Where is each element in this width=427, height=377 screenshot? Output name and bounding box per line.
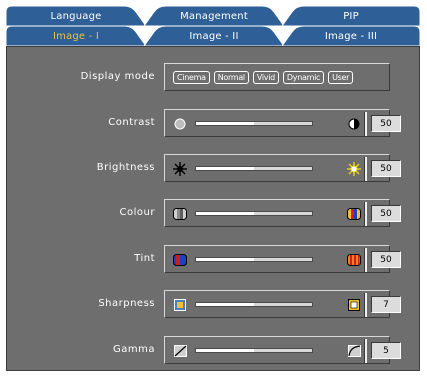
brightness-label: Brightness bbox=[96, 162, 155, 173]
brightness-high-icon bbox=[347, 162, 361, 176]
tint-high-icon bbox=[347, 253, 361, 267]
gamma-low-icon bbox=[173, 344, 187, 358]
slider-fill bbox=[196, 212, 254, 215]
divider bbox=[364, 248, 367, 272]
mode-normal-button[interactable]: Normal bbox=[213, 71, 249, 84]
tab-management[interactable]: Management bbox=[144, 6, 284, 26]
gamma-high-icon bbox=[347, 344, 361, 358]
settings-panel: Display mode Cinema Normal Vivid Dynamic… bbox=[6, 46, 420, 371]
divider bbox=[364, 157, 367, 181]
divider bbox=[364, 112, 367, 136]
mode-dynamic-button[interactable]: Dynamic bbox=[282, 71, 325, 84]
tab-label: Image - III bbox=[324, 30, 378, 42]
gamma-row: Gamma 5 bbox=[7, 336, 421, 366]
tab-row-top: Language Management PIP bbox=[6, 6, 420, 26]
tab-label: Image - I bbox=[52, 30, 100, 42]
tint-label: Tint bbox=[134, 253, 155, 264]
gamma-label: Gamma bbox=[113, 344, 155, 355]
colour-row: Colour 50 bbox=[7, 199, 421, 229]
contrast-slider[interactable] bbox=[195, 121, 313, 126]
brightness-control: 50 bbox=[164, 154, 401, 182]
contrast-high-icon bbox=[347, 117, 361, 131]
display-mode-options: Cinema Normal Vivid Dynamic User bbox=[173, 71, 354, 84]
tab-pip[interactable]: PIP bbox=[282, 6, 420, 26]
slider-fill bbox=[196, 167, 254, 170]
tab-image-3[interactable]: Image - III bbox=[282, 26, 420, 46]
colour-value: 50 bbox=[371, 205, 401, 222]
sharpness-value: 7 bbox=[371, 296, 401, 313]
mode-user-button[interactable]: User bbox=[328, 71, 354, 84]
contrast-label: Contrast bbox=[108, 117, 155, 128]
tab-language[interactable]: Language bbox=[6, 6, 146, 26]
display-mode-box: Cinema Normal Vivid Dynamic User bbox=[164, 63, 390, 91]
slider-fill bbox=[196, 258, 254, 261]
tab-label: Language bbox=[50, 10, 102, 22]
colour-label: Colour bbox=[119, 207, 155, 218]
tint-value: 50 bbox=[371, 251, 401, 268]
contrast-value: 50 bbox=[371, 115, 401, 132]
tab-label: Management bbox=[180, 10, 248, 22]
tint-control: 50 bbox=[164, 245, 401, 273]
colour-high-icon bbox=[347, 207, 361, 221]
mode-vivid-button[interactable]: Vivid bbox=[252, 71, 279, 84]
slider-fill bbox=[196, 349, 254, 352]
divider bbox=[364, 202, 367, 226]
contrast-low-icon bbox=[173, 117, 187, 131]
tab-row-bottom: Image - I Image - II Image - III bbox=[6, 26, 420, 46]
slider-fill bbox=[196, 303, 254, 306]
osd-menu: Language Management PIP Image - I Image … bbox=[0, 0, 427, 377]
tab-label: Image - II bbox=[189, 30, 239, 42]
sharpness-control: 7 bbox=[164, 290, 401, 318]
divider bbox=[364, 293, 367, 317]
mode-cinema-button[interactable]: Cinema bbox=[173, 71, 210, 84]
colour-slider[interactable] bbox=[195, 211, 313, 216]
display-mode-label: Display mode bbox=[80, 71, 155, 82]
colour-control: 50 bbox=[164, 199, 401, 227]
colour-low-icon bbox=[173, 207, 187, 221]
sharpness-row: Sharpness 7 bbox=[7, 290, 421, 320]
display-mode-row: Display mode Cinema Normal Vivid Dynamic… bbox=[7, 63, 421, 93]
sharpness-high-icon bbox=[347, 298, 361, 312]
sharpness-slider[interactable] bbox=[195, 302, 313, 307]
tab-image-2[interactable]: Image - II bbox=[144, 26, 284, 46]
contrast-row: Contrast 50 bbox=[7, 109, 421, 139]
brightness-row: Brightness 50 bbox=[7, 154, 421, 184]
sharpness-label: Sharpness bbox=[98, 298, 155, 309]
tint-row: Tint 50 bbox=[7, 245, 421, 275]
gamma-control: 5 bbox=[164, 336, 401, 364]
sharpness-low-icon bbox=[173, 298, 187, 312]
tint-slider[interactable] bbox=[195, 257, 313, 262]
gamma-value: 5 bbox=[371, 342, 401, 359]
brightness-value: 50 bbox=[371, 160, 401, 177]
brightness-low-icon bbox=[173, 162, 187, 176]
slider-fill bbox=[196, 122, 254, 125]
tab-label: PIP bbox=[343, 10, 359, 22]
gamma-slider[interactable] bbox=[195, 348, 313, 353]
tab-image-1[interactable]: Image - I bbox=[6, 26, 146, 46]
brightness-slider[interactable] bbox=[195, 166, 313, 171]
divider bbox=[364, 339, 367, 363]
contrast-control: 50 bbox=[164, 109, 401, 137]
tint-low-icon bbox=[173, 253, 187, 267]
